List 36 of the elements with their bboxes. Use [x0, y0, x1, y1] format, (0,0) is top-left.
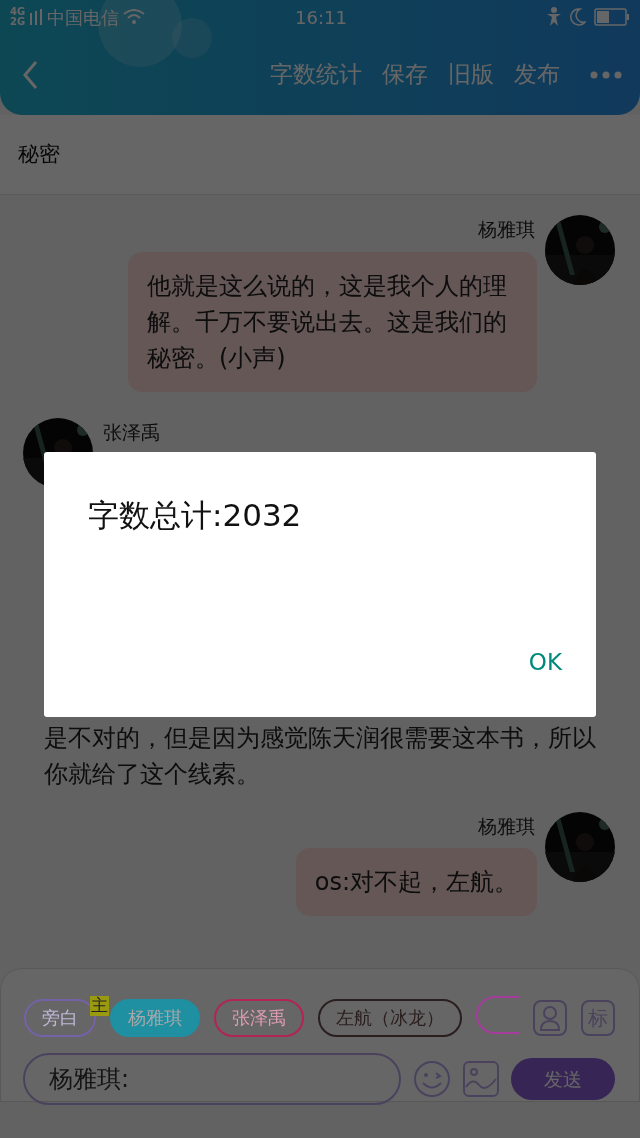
header-action[interactable]: 保存: [382, 57, 428, 92]
carrier-label: 中国电信: [47, 5, 120, 30]
clock: 16:11: [295, 5, 347, 30]
header-action[interactable]: 旧版: [448, 57, 494, 92]
role-chip[interactable]: 杨雅琪: [110, 998, 200, 1037]
sender-name: 张泽禹: [103, 419, 160, 445]
signal-icon: [29, 9, 44, 25]
ok-button[interactable]: OK: [522, 640, 568, 683]
narration-text: 是不对的，但是因为感觉陈天润很需要这本书，所以你就给了这个线索。: [43, 722, 597, 790]
back-icon: [22, 59, 38, 90]
message-bubble: os:对不起，左航。: [295, 848, 537, 916]
accessibility-icon: [546, 7, 562, 27]
header-action[interactable]: 发布: [514, 57, 560, 92]
chapter-title: 秘密: [18, 140, 60, 168]
message-input[interactable]: 杨雅琪:: [23, 1053, 401, 1105]
person-icon: [539, 1004, 561, 1031]
image-icon: [463, 1061, 499, 1097]
wifi-icon: [123, 9, 146, 25]
role-chip[interactable]: 张泽禹: [214, 998, 304, 1037]
role-chip[interactable]: 左航（冰龙）: [318, 998, 462, 1037]
header-action[interactable]: 字数统计: [270, 57, 362, 92]
emoji-button[interactable]: [413, 1060, 451, 1098]
send-button[interactable]: 发送: [511, 1058, 615, 1100]
main-badge: 主: [90, 996, 109, 1016]
sender-name: 杨雅琪: [478, 217, 535, 242]
sender-name: 杨雅琪: [478, 813, 535, 839]
message-bubble: 他就是这么说的，这是我个人的理解。千万不要说出去。这是我们的秘密。(小声): [128, 251, 537, 392]
more-icon: [590, 70, 622, 79]
image-button[interactable]: [463, 1061, 499, 1097]
character-button[interactable]: [533, 999, 567, 1036]
network-label: 4G 2G: [10, 7, 26, 27]
smiley-icon: [413, 1060, 451, 1098]
dialog-message: 字数总计:2032: [88, 496, 302, 535]
battery-icon: [594, 8, 630, 26]
role-chip[interactable]: [476, 996, 519, 1034]
moon-icon: [570, 8, 586, 26]
